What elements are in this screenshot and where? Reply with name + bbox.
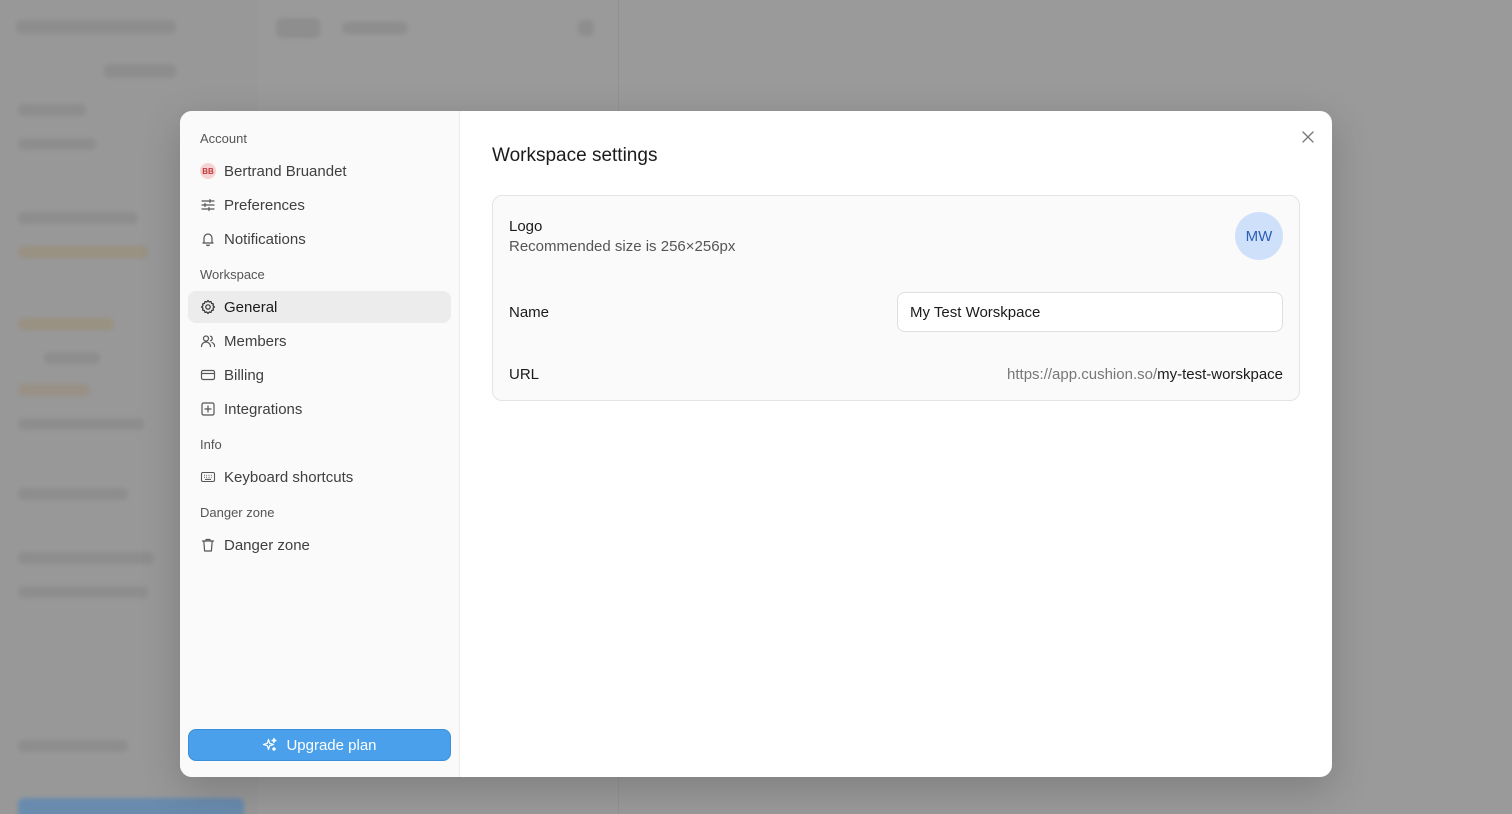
nav-item-danger-zone-label: Danger zone (224, 536, 310, 554)
workspace-logo-avatar[interactable]: MW (1235, 212, 1283, 260)
nav-item-danger-zone[interactable]: Danger zone (188, 529, 451, 561)
url-prefix: https://app.cushion.so/ (1007, 366, 1158, 383)
url-slug: my-test-worskpace (1157, 366, 1283, 383)
nav-item-preferences-label: Preferences (224, 196, 305, 214)
nav-section-account: Account (200, 131, 247, 146)
trash-icon (200, 537, 216, 553)
nav-item-keyboard-shortcuts-label: Keyboard shortcuts (224, 468, 354, 486)
user-avatar: BB (200, 163, 216, 179)
nav-section-workspace: Workspace (200, 267, 265, 282)
upgrade-plan-button[interactable]: Upgrade plan (188, 729, 451, 761)
plus-square-icon (200, 401, 216, 417)
name-label: Name (509, 304, 550, 321)
nav-item-notifications-label: Notifications (224, 230, 306, 248)
page-title: Workspace settings (492, 145, 658, 166)
nav-item-members[interactable]: Members (188, 325, 451, 357)
settings-modal: Account BB Bertrand Bruandet Preferences (180, 111, 1332, 777)
nav-item-preferences[interactable]: Preferences (188, 189, 451, 221)
nav-section-danger: Danger zone (200, 505, 275, 520)
users-icon (200, 333, 216, 349)
nav-item-integrations-label: Integrations (224, 400, 303, 418)
settings-nav: Account BB Bertrand Bruandet Preferences (180, 111, 460, 777)
sliders-icon (200, 197, 216, 213)
nav-item-general[interactable]: General (188, 291, 451, 323)
logo-hint: Recommended size is 256×256px (509, 238, 736, 255)
nav-item-keyboard-shortcuts[interactable]: Keyboard shortcuts (188, 461, 451, 493)
workspace-settings-card: Logo Recommended size is 256×256px MW Na… (492, 195, 1300, 401)
gear-icon (200, 299, 216, 315)
upgrade-plan-label: Upgrade plan (286, 736, 377, 754)
credit-card-icon (200, 367, 216, 383)
nav-item-notifications[interactable]: Notifications (188, 223, 451, 255)
nav-item-general-label: General (224, 298, 278, 316)
sparkles-icon (263, 737, 278, 752)
nav-item-user[interactable]: BB Bertrand Bruandet (188, 155, 451, 187)
nav-item-billing-label: Billing (224, 366, 265, 384)
close-button[interactable] (1298, 127, 1318, 147)
logo-label: Logo (509, 218, 543, 235)
bell-icon (200, 231, 216, 247)
workspace-name-input[interactable] (897, 292, 1283, 332)
nav-section-info: Info (200, 437, 222, 452)
nav-item-integrations[interactable]: Integrations (188, 393, 451, 425)
url-label: URL (509, 366, 540, 383)
keyboard-icon (200, 469, 216, 485)
nav-item-user-label: Bertrand Bruandet (224, 162, 347, 180)
nav-item-billing[interactable]: Billing (188, 359, 451, 391)
nav-item-members-label: Members (224, 332, 287, 350)
close-icon (1302, 131, 1314, 143)
workspace-url: https://app.cushion.so/my-test-worskpace (1007, 366, 1283, 383)
